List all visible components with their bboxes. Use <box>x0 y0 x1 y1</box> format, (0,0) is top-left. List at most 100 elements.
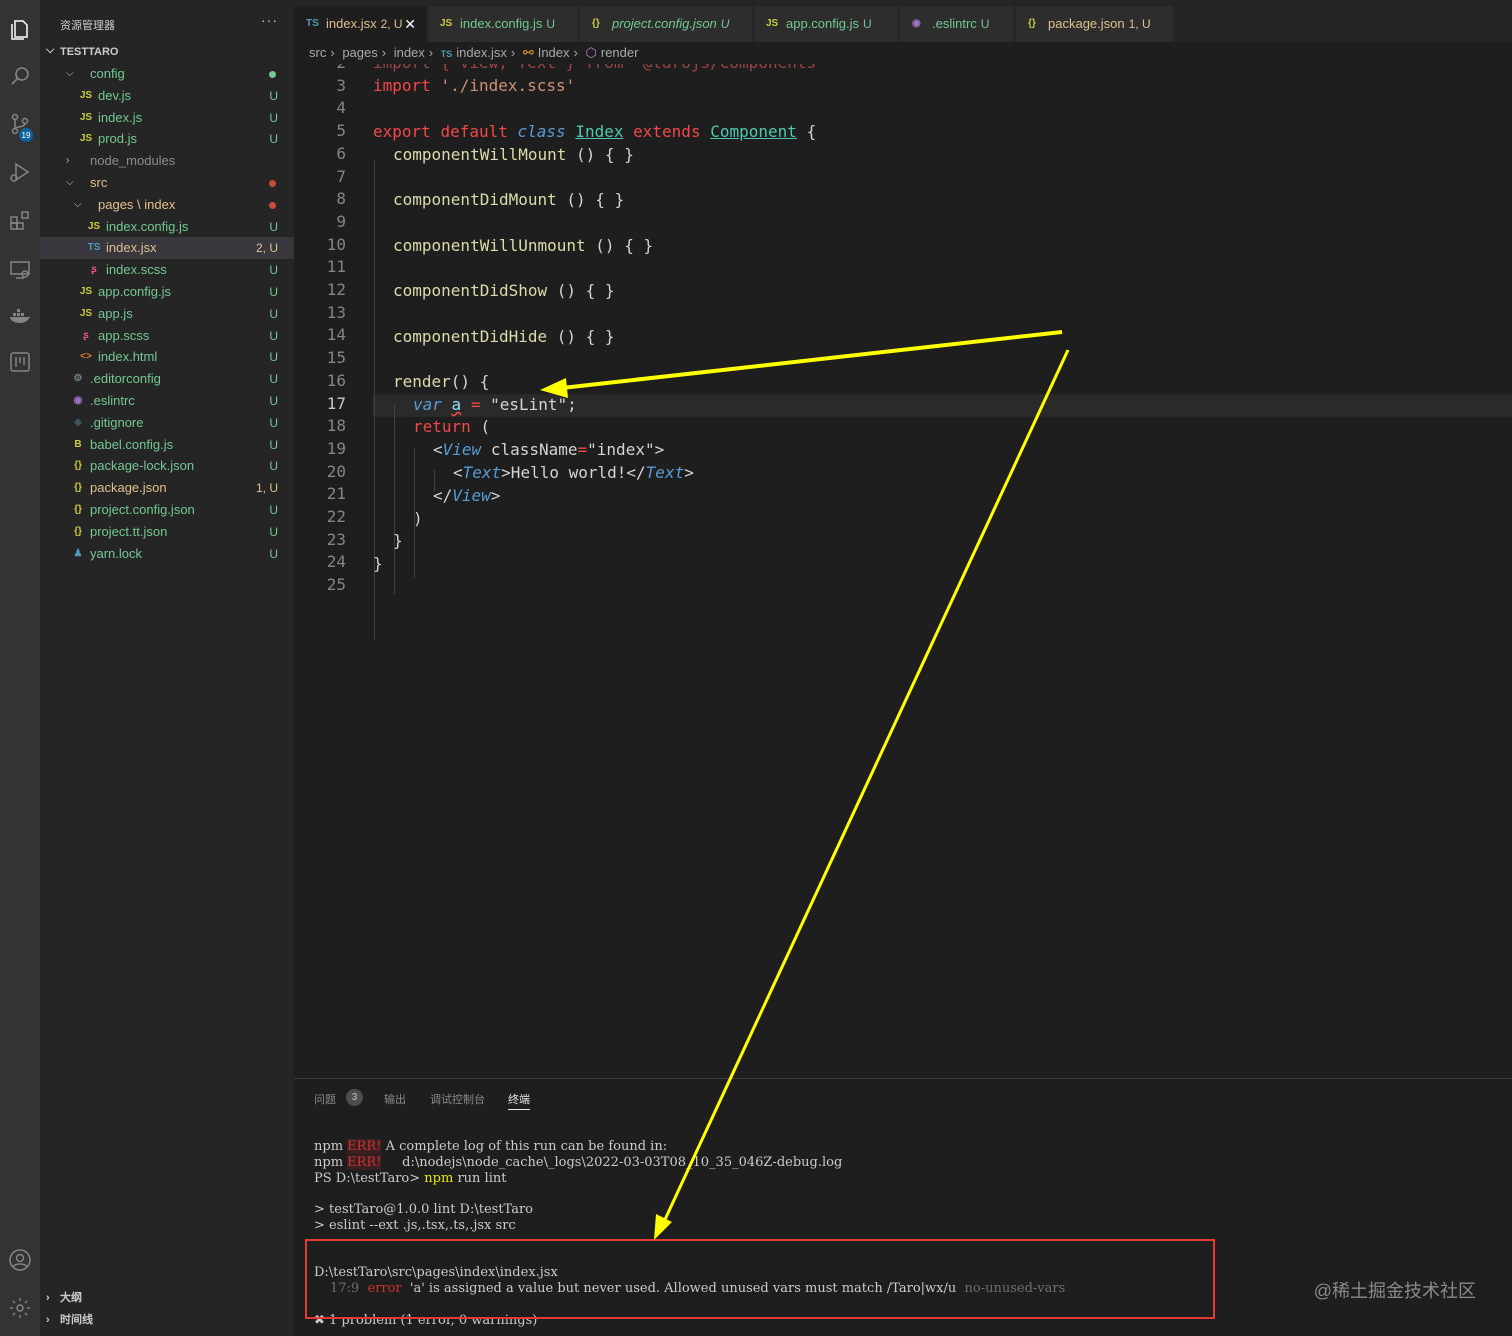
status-dot <box>269 71 276 78</box>
tab-filename: package.json <box>1048 16 1125 31</box>
settings-gear-icon[interactable] <box>6 1294 34 1322</box>
jsx-bracket: > <box>684 463 694 482</box>
tab-filename: index.jsx <box>326 16 377 31</box>
breadcrumb-method[interactable]: render <box>601 45 639 60</box>
file-tree-item[interactable]: ⌵ config <box>40 63 294 85</box>
close-icon[interactable]: ✕ <box>404 6 416 42</box>
search-icon[interactable] <box>6 62 34 90</box>
file-name: dev.js <box>98 87 131 103</box>
file-tree-item[interactable]: ⌵ pages \ index <box>40 194 294 216</box>
editor-tab[interactable]: {} project.config.json U <box>580 6 753 42</box>
files-icon[interactable] <box>6 16 34 44</box>
editor-tab[interactable]: {} package.json 1, U <box>1016 6 1174 42</box>
file-tree-item[interactable]: JS app.config.js U <box>40 281 294 303</box>
git-status-badge: U <box>269 546 278 561</box>
method-name: componentDidHide <box>393 327 548 346</box>
file-tree-item[interactable]: {} project.tt.json U <box>40 521 294 543</box>
project-section-header[interactable]: ⌵ TESTTARO <box>40 42 294 62</box>
tab-status-badge: U <box>546 17 556 31</box>
breadcrumb-index[interactable]: index <box>394 45 425 60</box>
file-tree-item[interactable]: ⚙ .editorconfig U <box>40 368 294 390</box>
file-name: app.config.js <box>98 284 171 299</box>
tab-label: app.config.js U <box>786 6 872 42</box>
breadcrumb-src[interactable]: src <box>309 45 326 60</box>
tab-label: .eslintrc U <box>932 6 989 42</box>
more-actions-button[interactable]: ··· <box>261 12 278 28</box>
file-tree-item[interactable]: {} project.config.json U <box>40 499 294 521</box>
json-file-icon: {} <box>74 525 82 537</box>
class-name: Component <box>710 122 797 141</box>
editor-tabs: TS index.jsx 2, U ✕ JS index.config.js U{} proj… <box>294 0 1512 42</box>
explorer-sidebar: 资源管理器 ··· ⌵ TESTTARO ⌵ config JS dev.js U JS i… <box>40 0 294 1336</box>
remote-explorer-icon[interactable] <box>6 256 34 284</box>
semicolon: ; <box>567 395 577 414</box>
git-status-badge: U <box>269 524 278 539</box>
outline-label: 大纲 <box>60 1292 82 1304</box>
editor-tab[interactable]: JS app.config.js U <box>754 6 899 42</box>
problems-count-badge: 3 <box>346 1089 363 1106</box>
file-name: project.tt.json <box>90 523 168 539</box>
editor-tab[interactable]: JS index.config.js U <box>428 6 579 42</box>
tab-debug-console[interactable]: 调试控制台 <box>430 1091 485 1107</box>
file-tree-item[interactable]: ◉ .eslintrc U <box>40 390 294 412</box>
code-line-6: componentWillMount () { } <box>393 145 634 164</box>
jsx-tag: Text <box>645 463 685 482</box>
brace: { <box>806 122 817 141</box>
file-tree-item[interactable]: <> index.html U <box>40 346 294 368</box>
tab-problems[interactable]: 问题 <box>314 1091 336 1107</box>
line-number: 21 <box>326 484 346 504</box>
tab-file-icon: {} <box>1028 18 1036 29</box>
editor-tab[interactable]: ◉ .eslintrc U <box>900 6 1015 42</box>
editor-tab[interactable]: TS index.jsx 2, U ✕ <box>294 6 427 42</box>
breadcrumb-class[interactable]: Index <box>538 45 570 60</box>
file-name: package.json <box>90 480 167 496</box>
file-tree-item[interactable]: › node_modules <box>40 150 294 172</box>
file-tree-item[interactable]: JS index.config.js U <box>40 216 294 238</box>
file-tree-item[interactable]: ◆ .gitignore U <box>40 412 294 434</box>
run-debug-icon[interactable] <box>6 158 34 186</box>
git-status-badge: U <box>269 503 278 517</box>
file-tree-item[interactable]: Bbabel.config.js U <box>40 434 294 456</box>
file-tree-item[interactable]: ♟ yarn.lock U <box>40 543 294 565</box>
file-tree-item[interactable]: TS index.jsx 2, U <box>40 237 294 260</box>
method-body: () { } <box>566 190 625 209</box>
file-tree-item[interactable]: ʂ index.scss U <box>40 259 294 281</box>
extensions-icon[interactable] <box>6 206 34 234</box>
breadcrumb-file[interactable]: index.jsx <box>456 45 507 60</box>
file-tree-item[interactable]: JS prod.js U <box>40 128 294 150</box>
jsx-bracket: > <box>654 440 665 459</box>
line-number: 14 <box>326 325 346 345</box>
file-tree-item[interactable]: JS index.js U <box>40 107 294 129</box>
outline-section-header[interactable]: › 大纲 <box>40 1287 294 1309</box>
keyword: export <box>373 122 431 141</box>
file-tree-item[interactable]: ʂ app.scss U <box>40 325 294 347</box>
code-line-16: render() { <box>393 372 489 391</box>
breadcrumb-pages[interactable]: pages <box>342 45 377 60</box>
tab-output[interactable]: 输出 <box>384 1091 406 1107</box>
account-icon[interactable] <box>6 1246 34 1274</box>
git-status-badge: U <box>269 415 278 430</box>
code-line-23: } <box>393 531 403 550</box>
docker-icon[interactable] <box>6 302 34 330</box>
file-name: .editorconfig <box>90 371 161 387</box>
chevron-right-icon: › <box>381 45 387 60</box>
file-name: node_modules <box>90 153 176 169</box>
file-tree-item[interactable]: JS dev.js U <box>40 85 294 107</box>
file-tree-item[interactable]: {} package-lock.json U <box>40 455 294 477</box>
timeline-section-header[interactable]: › 时间线 <box>40 1309 294 1331</box>
line-number: 11 <box>326 257 346 277</box>
terminal-line: PS D:\testTaro> npm run lint <box>314 1171 506 1186</box>
tab-terminal[interactable]: 终端 <box>508 1091 530 1110</box>
jsx-bracket: > <box>490 486 501 505</box>
file-tree-item[interactable]: ⌵ src <box>40 172 294 194</box>
tab-filename: app.config.js <box>786 16 859 31</box>
testing-icon[interactable] <box>6 348 34 376</box>
code-editor[interactable]: 2345678910111213141516171819202122232425… <box>294 64 1512 1078</box>
line-number: 16 <box>326 370 346 390</box>
file-tree-item[interactable]: JS app.js U <box>40 303 294 325</box>
file-tree-item[interactable]: {} package.json 1, U <box>40 477 294 499</box>
jsx-attr: className <box>490 440 578 459</box>
keyword: import <box>373 76 431 95</box>
keyword: extends <box>633 122 701 141</box>
code-line-3: import './index.scss' <box>373 76 575 95</box>
